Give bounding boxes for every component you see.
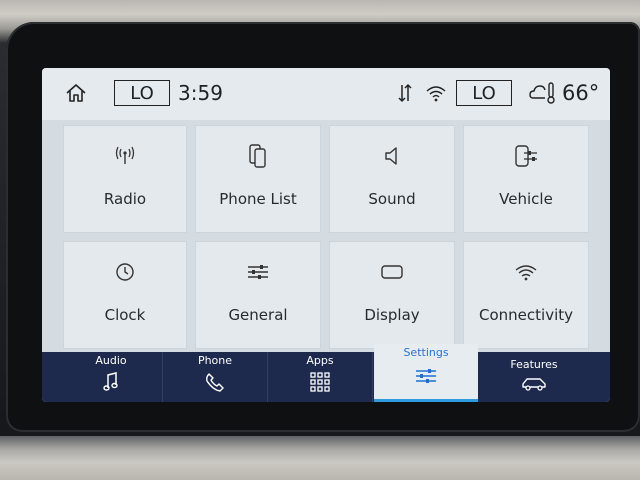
climate-right-temp[interactable]: LO <box>456 80 512 106</box>
tile-display[interactable]: Display <box>330 242 454 348</box>
nav-settings[interactable]: Settings <box>374 344 478 402</box>
music-note-icon <box>103 371 119 393</box>
status-bar: LO 3:59 LO 66° <box>42 68 610 120</box>
outside-temperature: 66° <box>562 81 600 105</box>
radio-antenna-icon <box>114 142 136 170</box>
tile-label: General <box>228 306 288 324</box>
tile-general[interactable]: General <box>196 242 320 348</box>
nav-phone[interactable]: Phone <box>163 352 268 402</box>
nav-label: Features <box>510 358 558 371</box>
tile-label: Connectivity <box>479 306 573 324</box>
nav-apps[interactable]: Apps <box>268 352 373 402</box>
phone-list-icon <box>247 142 269 170</box>
tile-label: Radio <box>103 190 147 208</box>
nav-label: Apps <box>306 354 334 367</box>
nav-label: Audio <box>95 354 127 367</box>
nav-features[interactable]: Features <box>480 352 588 402</box>
nav-label: Settings <box>403 346 449 359</box>
nav-audio[interactable]: Audio <box>60 352 163 402</box>
tile-phone-list[interactable]: Phone List <box>196 126 320 232</box>
tile-connectivity[interactable]: Connectivity <box>464 242 588 348</box>
clock-time: 3:59 <box>178 81 223 105</box>
phone-icon <box>205 371 225 393</box>
tile-clock[interactable]: Clock <box>64 242 186 348</box>
tile-label: Clock <box>104 306 146 324</box>
climate-left-temp[interactable]: LO <box>114 80 170 106</box>
display-icon <box>380 258 404 286</box>
nav-label: Phone <box>197 354 233 367</box>
clock-icon <box>114 258 136 286</box>
dashboard-trim <box>0 436 640 480</box>
speaker-icon <box>382 142 402 170</box>
tile-vehicle[interactable]: Vehicle <box>464 126 588 232</box>
tile-sound[interactable]: Sound <box>330 126 454 232</box>
wifi-icon <box>514 258 538 286</box>
car-icon <box>520 373 548 395</box>
vehicle-settings-icon <box>513 142 539 170</box>
tile-label: Phone List <box>219 190 297 208</box>
data-transfer-icon <box>396 81 414 105</box>
apps-grid-icon <box>310 371 330 393</box>
settings-sliders-icon <box>414 365 438 387</box>
wifi-status-icon <box>424 81 448 105</box>
bottom-nav: Audio Phone Apps Settings Features <box>42 344 610 402</box>
settings-grid: Radio Phone List Sound Vehicle Clock Gen… <box>42 120 610 387</box>
infotainment-screen: LO 3:59 LO 66° Radio Phone List Sound Ve… <box>42 68 610 402</box>
weather-thermometer-icon <box>528 80 558 106</box>
tile-label: Display <box>364 306 420 324</box>
tile-radio[interactable]: Radio <box>64 126 186 232</box>
sliders-icon <box>246 258 270 286</box>
home-icon[interactable] <box>62 80 90 106</box>
tile-label: Vehicle <box>499 190 553 208</box>
tile-label: Sound <box>368 190 416 208</box>
